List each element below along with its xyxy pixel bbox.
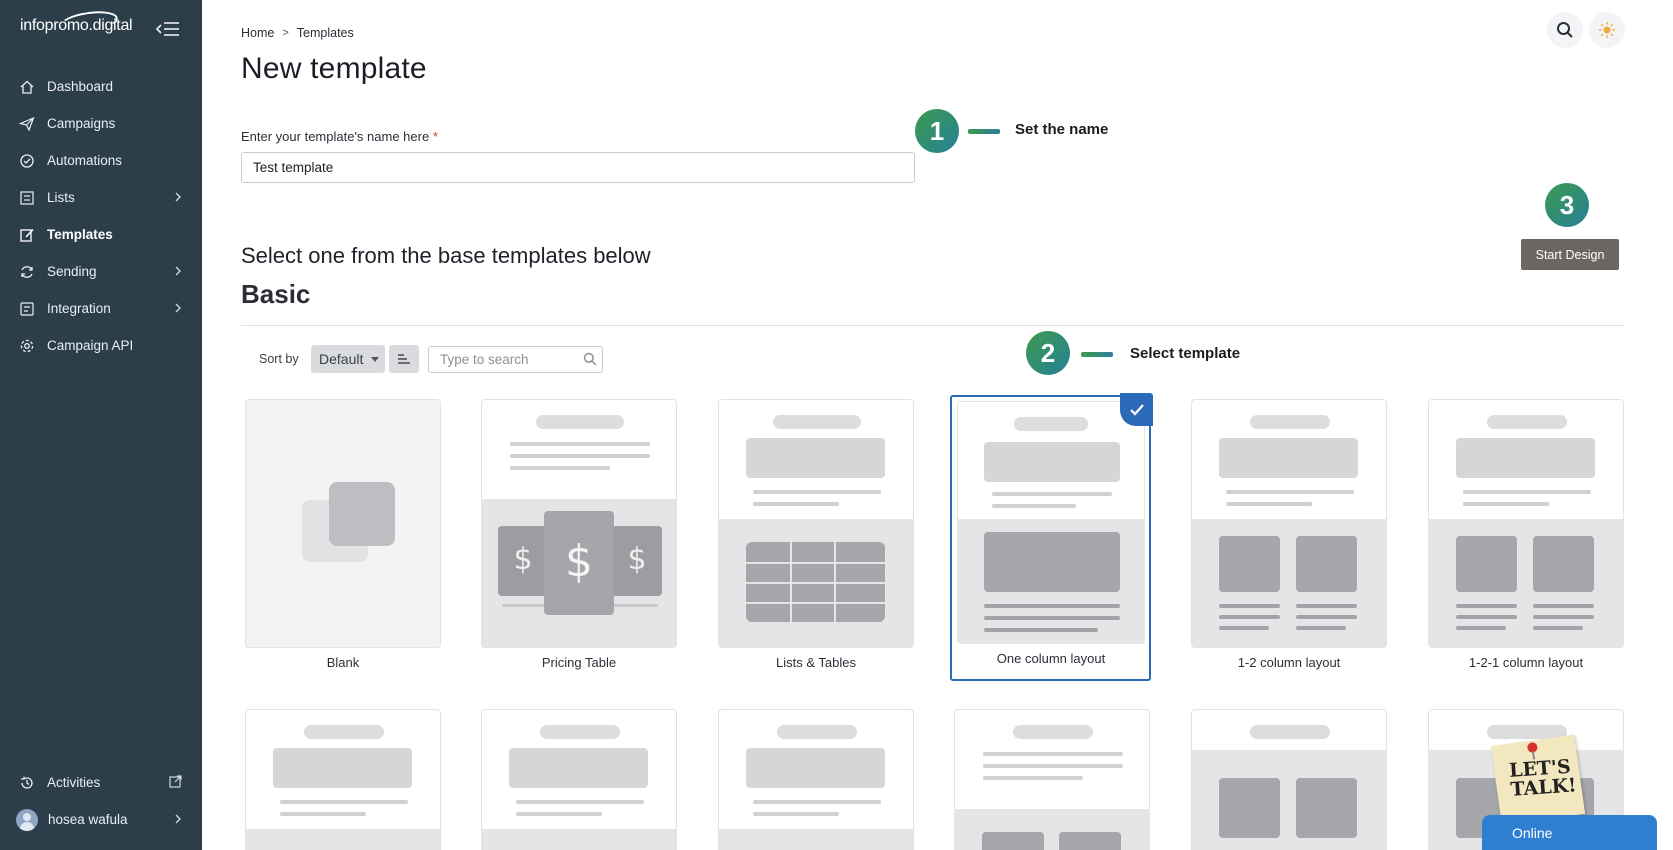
template-card[interactable] (718, 709, 914, 850)
step-connector-1 (968, 129, 1000, 134)
template-card-label: One column layout (996, 651, 1106, 666)
sort-direction-button[interactable] (389, 345, 419, 373)
template-name-label-text: Enter your template's name here (241, 129, 430, 144)
template-card-1-2-1-column[interactable] (1428, 399, 1624, 648)
template-card-one-column[interactable] (957, 401, 1145, 644)
template-card-label: Lists & Tables (776, 655, 856, 670)
home-icon (18, 78, 36, 96)
search-icon[interactable] (1547, 12, 1583, 48)
chevron-right-icon (174, 264, 182, 282)
template-card[interactable] (1191, 709, 1387, 850)
sidebar-item-label: Automations (47, 153, 123, 168)
sidebar-user[interactable]: hosea wafula (0, 801, 202, 838)
template-card-label: Blank (326, 655, 360, 670)
sidebar-item-integration[interactable]: Integration (0, 290, 202, 327)
sidebar-item-templates[interactable]: Templates (0, 216, 202, 253)
sort-label: Sort by (259, 352, 299, 366)
sidebar-item-label: Activities (47, 775, 101, 790)
chat-online-bar[interactable]: Online (1482, 815, 1657, 850)
template-search-input[interactable] (428, 346, 603, 373)
template-card[interactable] (245, 709, 441, 850)
divider (241, 325, 1625, 326)
caret-down-icon (371, 357, 379, 362)
chevron-right-icon (174, 190, 182, 208)
sidebar-bottom: Activities hosea wafula (0, 764, 202, 838)
breadcrumb-separator: > (282, 27, 289, 39)
search-icon[interactable] (583, 352, 597, 371)
section-title: Select one from the base templates below (241, 243, 651, 268)
breadcrumb-home[interactable]: Home (241, 26, 274, 40)
user-name: hosea wafula (48, 812, 128, 827)
sidebar-item-dashboard[interactable]: Dashboard (0, 68, 202, 105)
step-connector-2 (1081, 352, 1113, 357)
breadcrumb-current[interactable]: Templates (297, 26, 354, 40)
dollar-icon: $ (565, 536, 593, 587)
template-card-label: 1-2 column layout (1237, 655, 1341, 670)
group-title: Basic (241, 279, 311, 309)
sidebar-item-label: Templates (47, 227, 113, 242)
sidebar-item-label: Campaigns (47, 116, 116, 131)
template-card-1-2-column[interactable] (1191, 399, 1387, 648)
page-title: New template (241, 52, 427, 85)
sidebar-item-automations[interactable]: Automations (0, 142, 202, 179)
step-badge-3: 3 (1545, 183, 1589, 227)
list-icon (18, 189, 36, 207)
avatar (16, 808, 38, 831)
open-external-icon[interactable] (169, 775, 182, 793)
required-mark: * (432, 129, 438, 144)
step-1-text: Set the name (1015, 121, 1109, 138)
sticky-note-text: LET'S TALK! (1508, 755, 1578, 801)
chat-status: Online (1512, 825, 1553, 841)
sidebar-item-label: Integration (47, 301, 111, 316)
dollar-icon: $ (627, 542, 647, 577)
sidebar-item-label: Campaign API (47, 338, 134, 353)
sidebar-item-sending[interactable]: Sending (0, 253, 202, 290)
sidebar-item-label: Lists (47, 190, 75, 205)
sort-lines-icon (398, 354, 410, 364)
template-name-input[interactable] (241, 152, 915, 183)
chevron-right-icon (174, 301, 182, 319)
breadcrumb: Home > Templates (241, 26, 354, 40)
template-card-blank[interactable] (245, 399, 441, 648)
integration-icon (18, 300, 36, 318)
sidebar-item-campaigns[interactable]: Campaigns (0, 105, 202, 142)
dollar-icon: $ (513, 542, 533, 577)
step-2-text: Select template (1130, 345, 1241, 362)
brand-logo[interactable]: infopromo.digital (20, 17, 133, 35)
sidebar-item-lists[interactable]: Lists (0, 179, 202, 216)
template-name-label: Enter your template's name here * (241, 129, 438, 144)
template-card-label: Pricing Table (541, 655, 617, 670)
template-card-label: 1-2-1 column layout (1468, 655, 1584, 670)
gear-icon (18, 337, 36, 355)
template-card[interactable] (954, 709, 1150, 850)
theme-toggle-sun-icon[interactable] (1589, 12, 1625, 48)
send-icon (18, 115, 36, 133)
step-badge-1: 1 (915, 109, 959, 153)
history-icon (18, 774, 36, 792)
sidebar-item-campaign-api[interactable]: Campaign API (0, 327, 202, 364)
template-card-lists-tables[interactable] (718, 399, 914, 648)
chevron-right-icon (174, 812, 182, 830)
template-card-pricing-table[interactable]: $ $ $ (481, 399, 677, 648)
selected-check-icon (1120, 393, 1153, 426)
sort-select-value: Default (319, 351, 364, 367)
sort-select[interactable]: Default (311, 345, 385, 373)
sidebar-item-label: Dashboard (47, 79, 114, 94)
sidebar-item-activities[interactable]: Activities (0, 764, 202, 801)
pushpin-icon (1526, 741, 1539, 754)
sidebar-item-label: Sending (47, 264, 97, 279)
lets-talk-sticky-note[interactable]: LET'S TALK! (1490, 734, 1586, 826)
start-design-button[interactable]: Start Design (1521, 239, 1619, 270)
automation-icon (18, 152, 36, 170)
sidebar-nav: Dashboard Campaigns Automations Lists Te… (0, 68, 202, 364)
template-edit-icon (18, 226, 36, 244)
sidebar: infopromo.digital Dashboard Campaigns Au… (0, 0, 202, 850)
collapse-sidebar-icon[interactable] (155, 18, 181, 40)
step-badge-2: 2 (1026, 331, 1070, 375)
template-card[interactable] (481, 709, 677, 850)
sync-icon (18, 263, 36, 281)
